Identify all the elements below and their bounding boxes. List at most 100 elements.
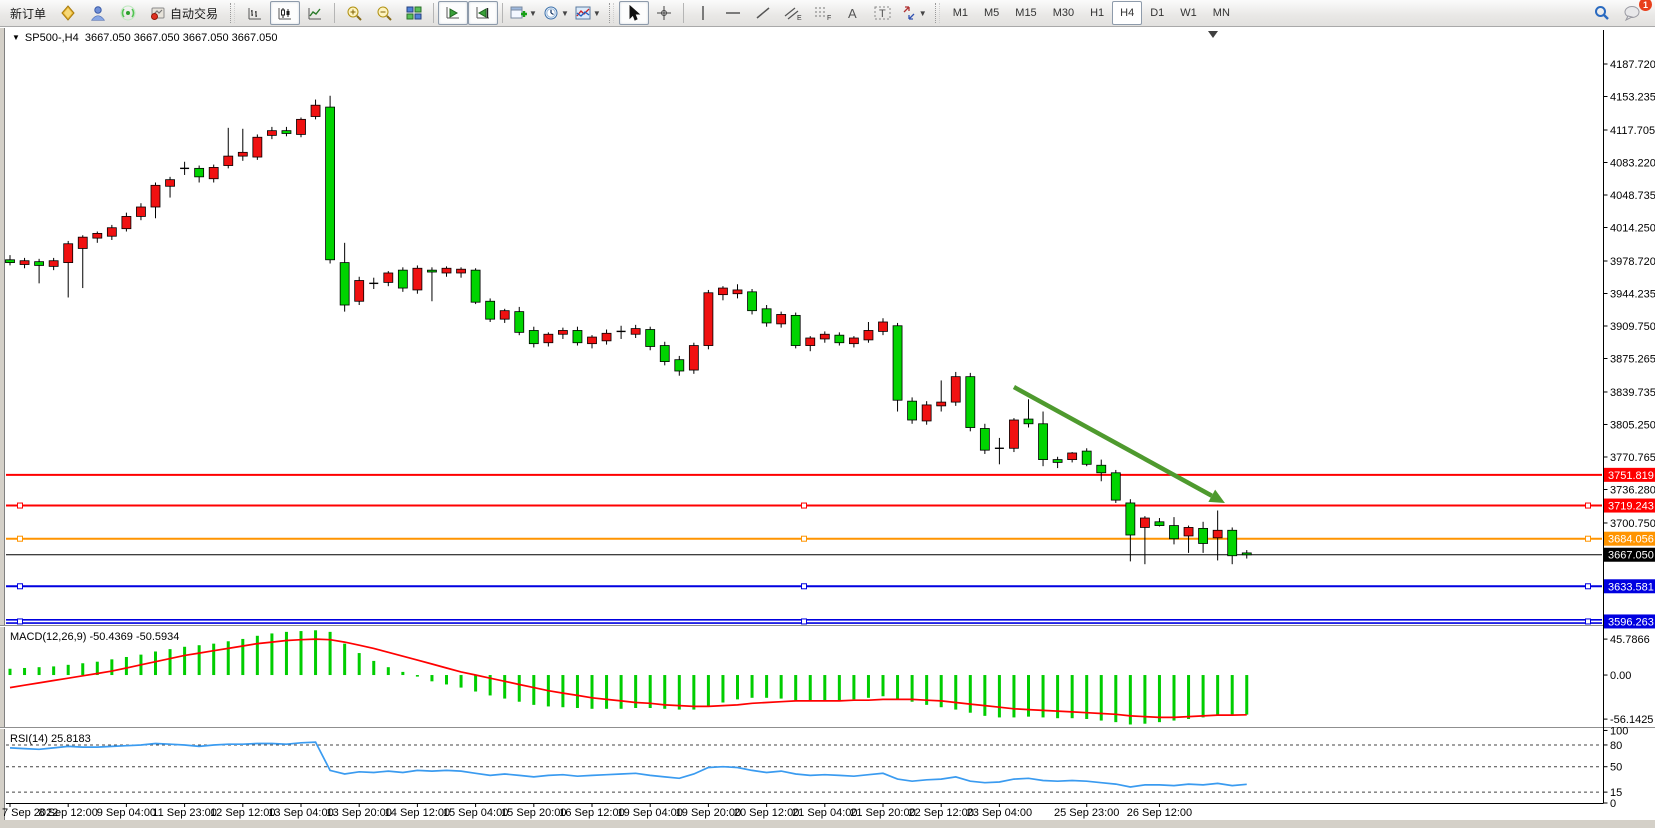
horizontal-line-icon: [725, 6, 741, 20]
period-clock-icon: [543, 5, 559, 21]
macd-histogram-bar: [270, 633, 273, 675]
new-chart-icon: [510, 5, 527, 21]
candlestick-chart-button[interactable]: [270, 1, 300, 25]
candle-body: [64, 244, 73, 263]
time-axis-label: 25 Sep 23:00: [1054, 807, 1119, 819]
candle-body: [78, 237, 87, 248]
mql-diamond-icon[interactable]: [53, 1, 83, 25]
chat-button[interactable]: 1: [1617, 1, 1647, 25]
price-label-badge: 3719.243: [1604, 499, 1655, 513]
candle-body: [849, 338, 858, 344]
line-handle[interactable]: [18, 584, 23, 589]
price-label-badge: 3667.050: [1604, 548, 1655, 562]
line-chart-button[interactable]: [300, 1, 330, 25]
tf-button-m5[interactable]: M5: [976, 1, 1007, 25]
text-button[interactable]: A: [838, 1, 868, 25]
price-axis-tick: 0: [1610, 798, 1616, 810]
line-handle[interactable]: [1586, 619, 1591, 624]
new-chart-button[interactable]: ▼: [507, 1, 540, 25]
arrows-button[interactable]: ▼: [898, 1, 930, 25]
line-handle[interactable]: [802, 584, 807, 589]
toolbar-grip: [935, 3, 940, 23]
line-handle[interactable]: [18, 536, 23, 541]
tf-button-m15[interactable]: M15: [1007, 1, 1044, 25]
candle-body: [1039, 424, 1048, 460]
tf-button-d1[interactable]: D1: [1142, 1, 1172, 25]
line-handle[interactable]: [18, 503, 23, 508]
zoom-in-button[interactable]: [339, 1, 369, 25]
tf-button-w1[interactable]: W1: [1172, 1, 1205, 25]
tf-button-m30[interactable]: M30: [1045, 1, 1082, 25]
zoom-out-button[interactable]: [369, 1, 399, 25]
tf-button-h4[interactable]: H4: [1112, 1, 1142, 25]
line-handle[interactable]: [802, 503, 807, 508]
zoom-in-icon: [346, 5, 363, 22]
candle-body: [311, 105, 320, 116]
search-button[interactable]: [1587, 1, 1617, 25]
trendline-button[interactable]: [748, 1, 778, 25]
macd-histogram-bar: [9, 669, 12, 675]
price-axis-tick: 50: [1610, 762, 1622, 774]
fibonacci-button[interactable]: F: [808, 1, 838, 25]
tf-button-h1[interactable]: H1: [1082, 1, 1112, 25]
cursor-button[interactable]: [619, 1, 649, 25]
line-handle[interactable]: [802, 619, 807, 624]
candle-body: [107, 228, 116, 236]
bar-chart-icon: [247, 5, 263, 21]
macd-histogram-bar: [212, 644, 215, 675]
bar-chart-button[interactable]: [240, 1, 270, 25]
macd-histogram-bar: [620, 675, 623, 709]
vertical-line-button[interactable]: [688, 1, 718, 25]
line-handle[interactable]: [802, 536, 807, 541]
line-handle[interactable]: [1586, 536, 1591, 541]
new-order-button[interactable]: 新订单: [3, 1, 53, 25]
cursor-icon: [627, 5, 641, 21]
chart-canvas[interactable]: 4187.7204153.2354117.7054083.2204048.735…: [0, 28, 1655, 828]
svg-text:3751.819: 3751.819: [1608, 470, 1654, 482]
horizontal-line-button[interactable]: [718, 1, 748, 25]
tile-windows-button[interactable]: [399, 1, 429, 25]
candle-body: [748, 292, 757, 311]
auto-scroll-icon: [445, 5, 461, 21]
indicators-button[interactable]: ▼: [572, 1, 604, 25]
macd-histogram-bar: [198, 645, 201, 675]
candle-body: [631, 329, 640, 335]
time-axis-label: 12 Sep 12:00: [210, 807, 275, 819]
candle-body: [398, 270, 407, 288]
community-user-icon[interactable]: [83, 1, 113, 25]
time-axis-label: 23 Sep 04:00: [967, 807, 1032, 819]
macd-histogram-bar: [1158, 675, 1161, 722]
candle-body: [558, 330, 567, 334]
equidistant-channel-button[interactable]: E: [778, 1, 808, 25]
macd-histogram-bar: [809, 675, 812, 701]
tf-button-m1[interactable]: M1: [945, 1, 976, 25]
line-handle[interactable]: [1586, 503, 1591, 508]
text-label-button[interactable]: T: [868, 1, 898, 25]
macd-histogram-bar: [401, 672, 404, 675]
macd-histogram-bar: [1187, 675, 1190, 719]
macd-histogram-bar: [940, 675, 943, 707]
period-clock-button[interactable]: ▼: [540, 1, 572, 25]
line-handle[interactable]: [1586, 584, 1591, 589]
macd-histogram-bar: [38, 667, 41, 675]
candle-body: [195, 168, 204, 176]
auto-scroll-button[interactable]: [438, 1, 468, 25]
macd-histogram-bar: [241, 639, 244, 675]
candle-body: [1068, 453, 1077, 460]
time-axis-label: 21 Sep 20:00: [850, 807, 915, 819]
auto-trading-button[interactable]: 自动交易: [143, 1, 225, 25]
arrows-icon: [901, 5, 917, 21]
chart-shift-button[interactable]: [468, 1, 498, 25]
candle-body: [1097, 465, 1106, 473]
tf-button-mn[interactable]: MN: [1205, 1, 1238, 25]
zoom-out-icon: [376, 5, 393, 22]
macd-histogram-bar: [358, 653, 361, 675]
candle-body: [951, 377, 960, 402]
signals-icon[interactable]: [113, 1, 143, 25]
toolbar-grip: [609, 3, 614, 23]
candle-body: [6, 260, 15, 263]
candle-body: [529, 330, 538, 343]
line-handle[interactable]: [18, 619, 23, 624]
crosshair-button[interactable]: [649, 1, 679, 25]
chart-window: 4187.7204153.2354117.7054083.2204048.735…: [0, 28, 1655, 828]
